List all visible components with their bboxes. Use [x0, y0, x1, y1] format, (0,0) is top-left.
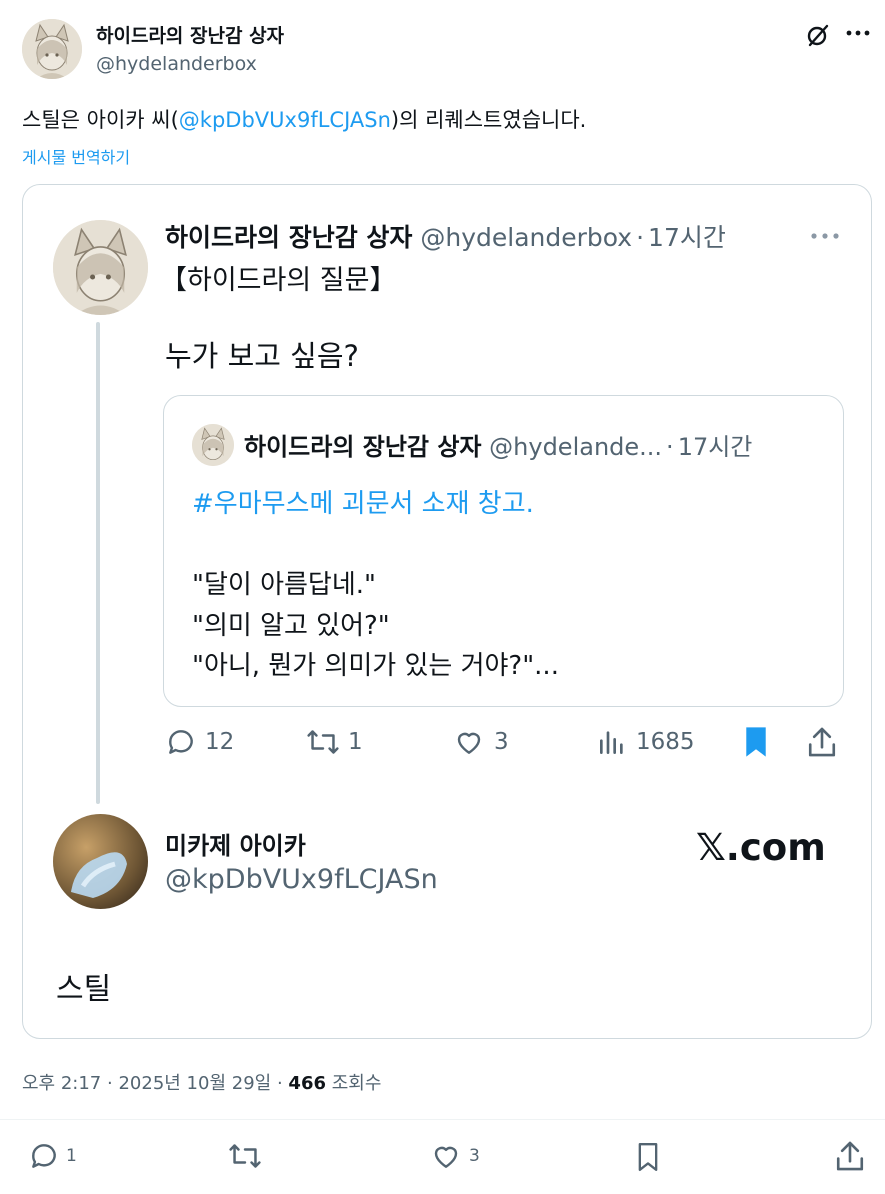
tweet-time[interactable]: 오후 2:17 — [22, 1073, 101, 1094]
meta-sep-1: · — [107, 1073, 113, 1094]
quoted-more-icon[interactable] — [810, 231, 840, 241]
quoted-header: 하이드라의 장난감 상자 @hydelanderbox · 17시간 — [165, 218, 726, 254]
retweet-button[interactable] — [228, 1140, 262, 1172]
quoted-author-avatar[interactable] — [53, 220, 148, 315]
quoted-sep: · — [636, 223, 645, 252]
author-handle[interactable]: @hydelanderbox — [96, 53, 257, 75]
quoted-handle[interactable]: @hydelanderbox — [420, 223, 632, 252]
quoted-reply-button[interactable]: 12 — [165, 726, 234, 758]
like-count: 3 — [469, 1146, 480, 1166]
x-com-label: 𝕏.com — [696, 826, 826, 869]
reply-display-name[interactable]: 미카제 아이카 — [165, 826, 306, 861]
reply-handle[interactable]: @kpDbVUx9fLCJASn — [165, 864, 438, 895]
tweet-date[interactable]: 2025년 10월 29일 — [118, 1073, 271, 1094]
quoted-display-name[interactable]: 하이드라의 장난감 상자 — [165, 223, 412, 252]
nested-display-name[interactable]: 하이드라의 장난감 상자 — [244, 433, 482, 461]
quoted-share-button[interactable] — [806, 725, 838, 759]
views-label: 조회수 — [331, 1073, 382, 1094]
reply-button[interactable]: 1 — [28, 1140, 77, 1172]
nested-quote-line1: "달이 아름답네." — [192, 570, 376, 600]
heart-icon — [457, 732, 481, 754]
retweet-icon — [307, 730, 339, 754]
quoted-time[interactable]: 17시간 — [648, 223, 726, 252]
retweet-icon — [229, 1144, 261, 1168]
nested-header: 하이드라의 장난감 상자 @hydelande... · 17시간 — [244, 427, 752, 462]
quoted-bookmark-button[interactable] — [741, 725, 771, 759]
views-count: 466 — [288, 1073, 326, 1094]
tweet-text: 스틸은 아이카 씨(@kpDbVUx9fLCJASn)의 리퀘스트였습니다. — [22, 104, 586, 134]
quoted-line1: 【하이드라의 질문】 — [160, 265, 397, 296]
nested-handle[interactable]: @hydelande... — [489, 433, 662, 461]
nested-quote-line3: "아니, 뭔가 의미가 있는 거야?"... — [192, 651, 559, 681]
bookmark-button[interactable] — [634, 1140, 662, 1174]
tweet-text-before: 스틸은 아이카 씨( — [22, 108, 179, 132]
quoted-retweet-button[interactable]: 1 — [306, 726, 363, 758]
nested-time[interactable]: 17시간 — [678, 433, 753, 461]
share-icon — [836, 1141, 864, 1171]
quoted-reply-count: 12 — [205, 729, 235, 755]
more-options-icon[interactable] — [845, 28, 871, 38]
quoted-like-count: 3 — [494, 729, 509, 755]
hashtag-link[interactable]: #우마무스메 괴문서 소재 창고. — [192, 483, 534, 520]
bookmark-icon — [746, 727, 766, 757]
author-avatar[interactable] — [22, 19, 82, 79]
meta-sep-2: · — [276, 1073, 283, 1094]
like-button[interactable]: 3 — [429, 1140, 480, 1172]
quoted-like-button[interactable]: 3 — [452, 726, 509, 758]
thread-line — [96, 322, 100, 804]
nested-quote-line2: "의미 알고 있어?" — [192, 611, 390, 641]
nested-sep: · — [666, 433, 674, 461]
reply-count: 1 — [66, 1146, 77, 1166]
nested-author-avatar[interactable] — [192, 424, 234, 466]
quoted-views-button[interactable]: 1685 — [596, 726, 695, 758]
translate-post-link[interactable]: 게시물 번역하기 — [22, 144, 130, 168]
author-display-name[interactable]: 하이드라의 장난감 상자 — [96, 21, 284, 48]
grok-icon[interactable] — [804, 21, 832, 49]
quoted-views-count: 1685 — [636, 729, 695, 755]
reply-author-avatar[interactable] — [53, 814, 148, 909]
reply-text: 스틸 — [56, 972, 112, 1007]
heart-icon — [434, 1146, 458, 1168]
quoted-line2: 누가 보고 싶음? — [165, 339, 359, 373]
share-button[interactable] — [834, 1139, 866, 1173]
meta-divider — [0, 1119, 885, 1120]
bookmark-icon — [638, 1143, 658, 1172]
tweet-meta: 오후 2:17 · 2025년 10월 29일 · 466 조회수 — [22, 1069, 381, 1095]
mention-link[interactable]: @kpDbVUx9fLCJASn — [179, 108, 391, 132]
tweet-text-after: )의 리퀘스트였습니다. — [390, 108, 587, 132]
reply-icon — [169, 730, 193, 754]
reply-icon — [32, 1144, 56, 1168]
views-icon — [600, 731, 623, 754]
quoted-retweet-count: 1 — [348, 729, 363, 755]
share-icon — [808, 727, 836, 757]
